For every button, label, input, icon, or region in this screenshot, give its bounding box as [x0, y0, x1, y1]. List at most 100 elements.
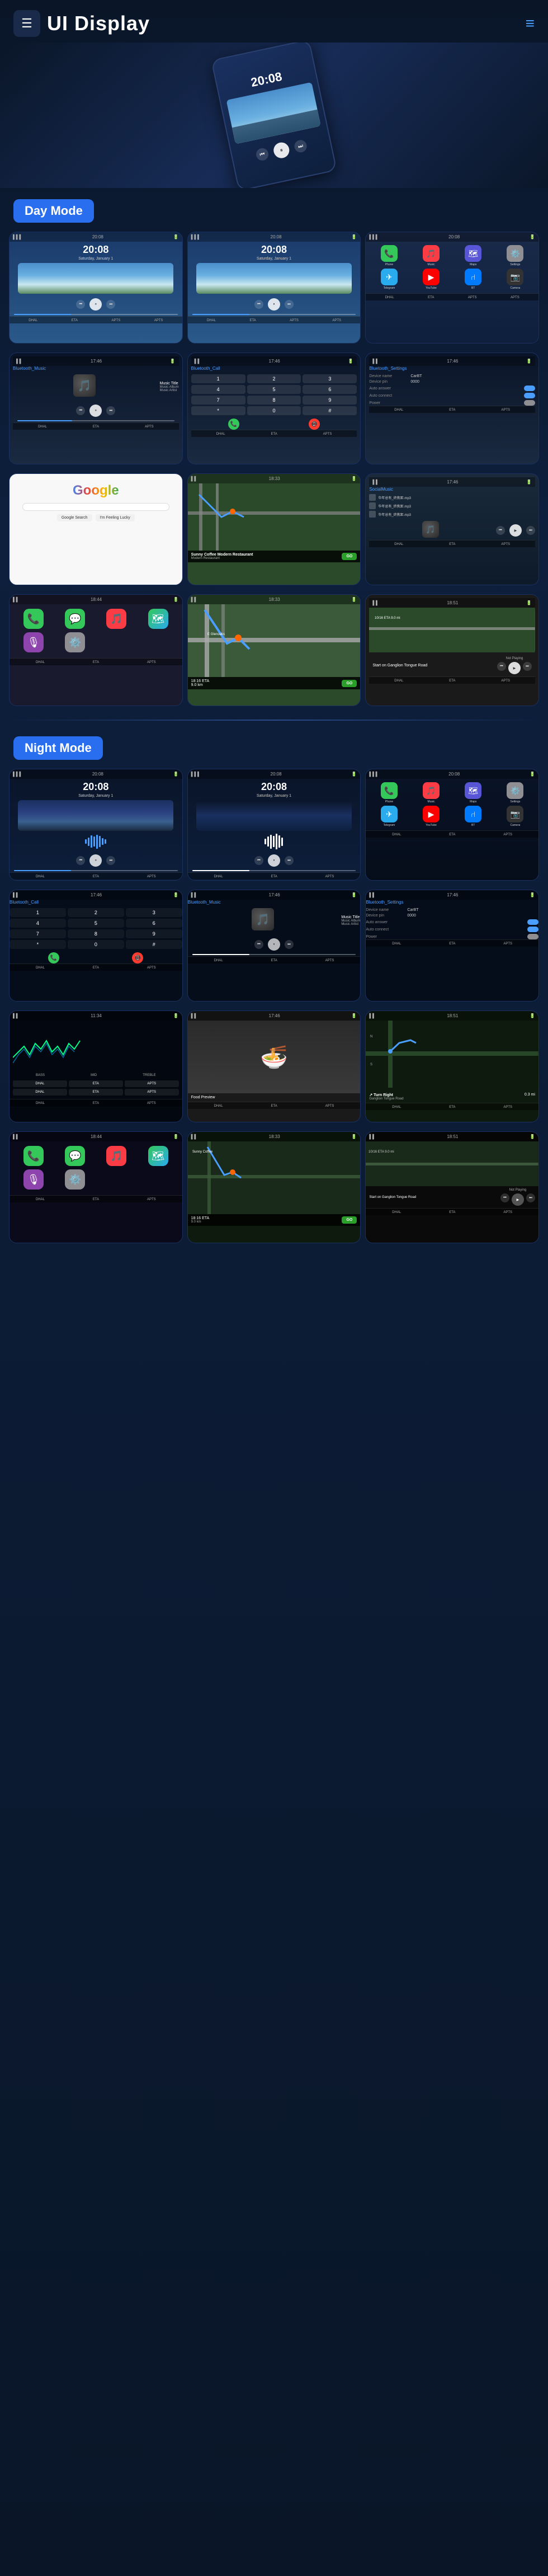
- google-search-bar[interactable]: [22, 503, 169, 511]
- n-app-bt[interactable]: ⑁ BT: [453, 806, 493, 827]
- n-dial-star[interactable]: *: [10, 940, 66, 949]
- call-end[interactable]: 📵: [309, 419, 320, 430]
- eq-btn-1[interactable]: DHAL: [13, 1080, 67, 1087]
- nbs-power-toggle[interactable]: [527, 934, 538, 939]
- dial-1[interactable]: 1: [191, 374, 245, 383]
- nav-go-button[interactable]: GO: [342, 553, 357, 560]
- sc-prev-2[interactable]: ⏮: [254, 300, 263, 309]
- call-answer[interactable]: 📞: [228, 419, 239, 430]
- app-music[interactable]: 🎵 Music: [411, 245, 451, 266]
- np-play[interactable]: ▶: [508, 662, 521, 674]
- local-item-1[interactable]: 华年总有_终焦距.mp3: [369, 494, 535, 501]
- bt-auto-answer-toggle[interactable]: [524, 386, 535, 391]
- dial-6[interactable]: 6: [303, 385, 357, 394]
- n-dial-6[interactable]: 6: [126, 919, 182, 928]
- dial-0[interactable]: 0: [247, 406, 301, 415]
- n-dial-4[interactable]: 4: [10, 919, 66, 928]
- dial-8[interactable]: 8: [247, 396, 301, 405]
- app-settings[interactable]: ⚙️ Settings: [495, 245, 535, 266]
- cpnav-go[interactable]: GO: [342, 680, 357, 687]
- app-bt[interactable]: ⑁ BT: [453, 269, 493, 290]
- cp-app-maps[interactable]: 🗺: [138, 609, 177, 630]
- cp-app-phone[interactable]: 📞: [14, 609, 53, 630]
- app-phone[interactable]: 📞 Phone: [369, 245, 409, 266]
- ncp-settings[interactable]: ⚙️: [55, 1169, 95, 1191]
- sc-play-1[interactable]: ⏸: [89, 298, 102, 311]
- app-youtube[interactable]: ▶ YouTube: [411, 269, 451, 290]
- dial-3[interactable]: 3: [303, 374, 357, 383]
- menu-icon[interactable]: ≡: [526, 15, 535, 32]
- bt-auto-connect-toggle[interactable]: [524, 393, 535, 398]
- cp-app-music[interactable]: 🎵: [97, 609, 136, 630]
- n-dial-5[interactable]: 5: [68, 919, 124, 928]
- nnm-go[interactable]: GO: [342, 1216, 357, 1224]
- n-dial-8[interactable]: 8: [68, 929, 124, 938]
- eq-btn-5[interactable]: ETA: [69, 1089, 123, 1096]
- local-play[interactable]: ▶: [509, 524, 522, 537]
- n-app-camera[interactable]: 📷 Camera: [495, 806, 535, 827]
- bt-power-toggle[interactable]: [524, 400, 535, 406]
- np-next[interactable]: ⏭: [523, 662, 532, 671]
- n-dial-7[interactable]: 7: [10, 929, 66, 938]
- n-call-end[interactable]: 📵: [132, 952, 143, 963]
- ncp-messages[interactable]: 💬: [55, 1146, 95, 1167]
- cp-app-podcast[interactable]: 🎙: [14, 632, 53, 654]
- app-telegram[interactable]: ✈ Telegram: [369, 269, 409, 290]
- n-app-phone[interactable]: 📞 Phone: [369, 782, 409, 803]
- sc-next-1[interactable]: ⏭: [106, 300, 115, 309]
- sc-prev-1[interactable]: ⏮: [76, 300, 85, 309]
- eq-btn-4[interactable]: DHAL: [13, 1089, 67, 1096]
- dial-2[interactable]: 2: [247, 374, 301, 383]
- np-prev[interactable]: ⏮: [497, 662, 506, 671]
- sc-prev-n1[interactable]: ⏮: [76, 856, 85, 865]
- ncp-phone[interactable]: 📞: [14, 1146, 53, 1167]
- local-prev[interactable]: ⏮: [496, 526, 505, 535]
- cp-app-settings[interactable]: ⚙️: [55, 632, 95, 654]
- sc-prev-n2[interactable]: ⏮: [254, 856, 263, 865]
- n-app-telegram[interactable]: ✈ Telegram: [369, 806, 409, 827]
- dial-5[interactable]: 5: [247, 385, 301, 394]
- sc-next-n2[interactable]: ⏭: [285, 856, 294, 865]
- nbm-next[interactable]: ⏭: [285, 940, 294, 949]
- n-dial-0[interactable]: 0: [68, 940, 124, 949]
- nnp-prev[interactable]: ⏮: [500, 1193, 509, 1202]
- nnp-play[interactable]: ▶: [512, 1193, 524, 1206]
- dial-star[interactable]: *: [191, 406, 245, 415]
- bt-next[interactable]: ⏭: [106, 406, 115, 415]
- ncp-music[interactable]: 🎵: [97, 1146, 136, 1167]
- next-button[interactable]: ⏭: [293, 139, 308, 153]
- n-call-answer[interactable]: 📞: [48, 952, 59, 963]
- dial-9[interactable]: 9: [303, 396, 357, 405]
- dial-4[interactable]: 4: [191, 385, 245, 394]
- n-app-music[interactable]: 🎵 Music: [411, 782, 451, 803]
- local-item-3[interactable]: 华年总有_终焦距.mp3: [369, 511, 535, 518]
- n-dial-1[interactable]: 1: [10, 908, 66, 917]
- dial-hash[interactable]: #: [303, 406, 357, 415]
- nbs-auto-connect-toggle[interactable]: [527, 927, 538, 932]
- sc-play-n2[interactable]: ⏸: [268, 854, 280, 867]
- eq-btn-6[interactable]: APTS: [125, 1089, 179, 1096]
- ncp-maps[interactable]: 🗺: [138, 1146, 177, 1167]
- local-next[interactable]: ⏭: [526, 526, 535, 535]
- google-lucky-btn[interactable]: I'm Feeling Lucky: [96, 514, 135, 521]
- n-app-maps[interactable]: 🗺 Maps: [453, 782, 493, 803]
- nbm-play[interactable]: ⏸: [268, 938, 280, 951]
- n-dial-hash[interactable]: #: [126, 940, 182, 949]
- nbm-prev[interactable]: ⏮: [254, 940, 263, 949]
- bt-play[interactable]: ⏸: [89, 405, 102, 417]
- sc-play-2[interactable]: ⏸: [268, 298, 280, 311]
- sc-next-2[interactable]: ⏭: [285, 300, 294, 309]
- n-app-youtube[interactable]: ▶ YouTube: [411, 806, 451, 827]
- n-dial-2[interactable]: 2: [68, 908, 124, 917]
- prev-button[interactable]: ⏮: [255, 147, 270, 162]
- eq-btn-2[interactable]: ETA: [69, 1080, 123, 1087]
- sc-play-n1[interactable]: ⏸: [89, 854, 102, 867]
- eq-btn-3[interactable]: APTS: [125, 1080, 179, 1087]
- n-dial-9[interactable]: 9: [126, 929, 182, 938]
- n-dial-3[interactable]: 3: [126, 908, 182, 917]
- dial-7[interactable]: 7: [191, 396, 245, 405]
- google-search-btn[interactable]: Google Search: [57, 514, 92, 521]
- cp-app-messages[interactable]: 💬: [55, 609, 95, 630]
- ncp-podcast[interactable]: 🎙: [14, 1169, 53, 1191]
- nnp-next[interactable]: ⏭: [526, 1193, 535, 1202]
